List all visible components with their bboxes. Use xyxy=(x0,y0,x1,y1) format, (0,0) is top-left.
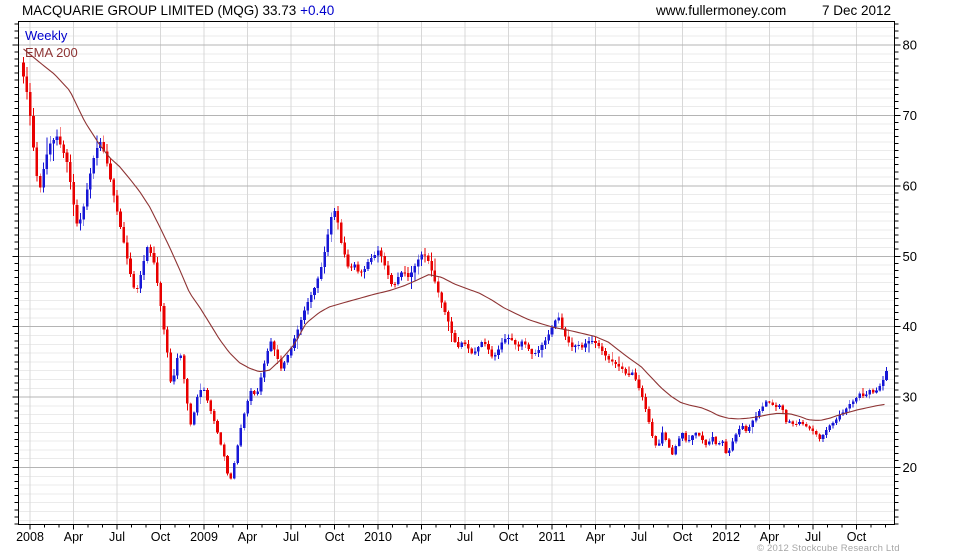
axis-labels: 80 70 60 50 40 30 20 2008 Apr Jul Oct 2009 Apr Jul Oct… xyxy=(16,38,917,545)
watermark-link[interactable]: www.fullermoney.com xyxy=(656,3,786,18)
x-axis-label: Jul xyxy=(457,530,473,544)
grid xyxy=(12,21,901,530)
chart-window: 80 70 60 50 40 30 20 2008 Apr Jul Oct 2009 Apr Jul Oct… xyxy=(0,0,980,560)
copyright-text: © 2012 Stockcube Research Ltd xyxy=(757,543,900,554)
x-axis-label: Oct xyxy=(847,530,867,544)
x-axis-label: Apr xyxy=(238,530,257,544)
x-axis-label: 2010 xyxy=(364,530,392,544)
x-axis-label: Oct xyxy=(673,530,693,544)
x-axis-label: Jul xyxy=(631,530,647,544)
y-axis-label: 30 xyxy=(903,390,917,405)
y-axis-label: 80 xyxy=(903,38,917,53)
ema-legend-label: EMA 200 xyxy=(25,45,78,60)
x-axis-label: Apr xyxy=(412,530,431,544)
x-axis-label: 2012 xyxy=(712,530,740,544)
price-chart-svg: 80 70 60 50 40 30 20 2008 Apr Jul Oct 2009 Apr Jul Oct… xyxy=(12,21,917,545)
y-axis-label: 60 xyxy=(903,178,917,193)
x-axis-label: Apr xyxy=(586,530,605,544)
y-axis-label: 40 xyxy=(903,319,917,334)
x-axis-label: 2009 xyxy=(190,530,218,544)
x-axis-label: Apr xyxy=(64,530,83,544)
price-change: +0.40 xyxy=(300,3,335,18)
x-axis-label: 2011 xyxy=(539,530,566,544)
x-axis-label: 2008 xyxy=(16,530,44,544)
x-axis-label: Jul xyxy=(109,530,125,544)
instrument-title: MACQUARIE GROUP LIMITED (MQG) 33.73 xyxy=(22,3,301,18)
ema-line xyxy=(23,48,885,421)
x-axis-label: Oct xyxy=(325,530,345,544)
x-axis-label: Oct xyxy=(151,530,171,544)
chart-date: 7 Dec 2012 xyxy=(822,3,892,18)
interval-label: Weekly xyxy=(25,28,68,43)
x-axis-label: Jul xyxy=(283,530,299,544)
x-axis-label: Oct xyxy=(499,530,519,544)
x-axis-label: Apr xyxy=(760,530,779,544)
page-title: MACQUARIE GROUP LIMITED (MQG) 33.73 +0.4… xyxy=(22,3,334,18)
y-axis-label: 50 xyxy=(903,249,917,264)
y-axis-label: 70 xyxy=(903,108,917,123)
x-axis-label: Jul xyxy=(805,530,821,544)
y-axis-label: 20 xyxy=(903,460,917,475)
